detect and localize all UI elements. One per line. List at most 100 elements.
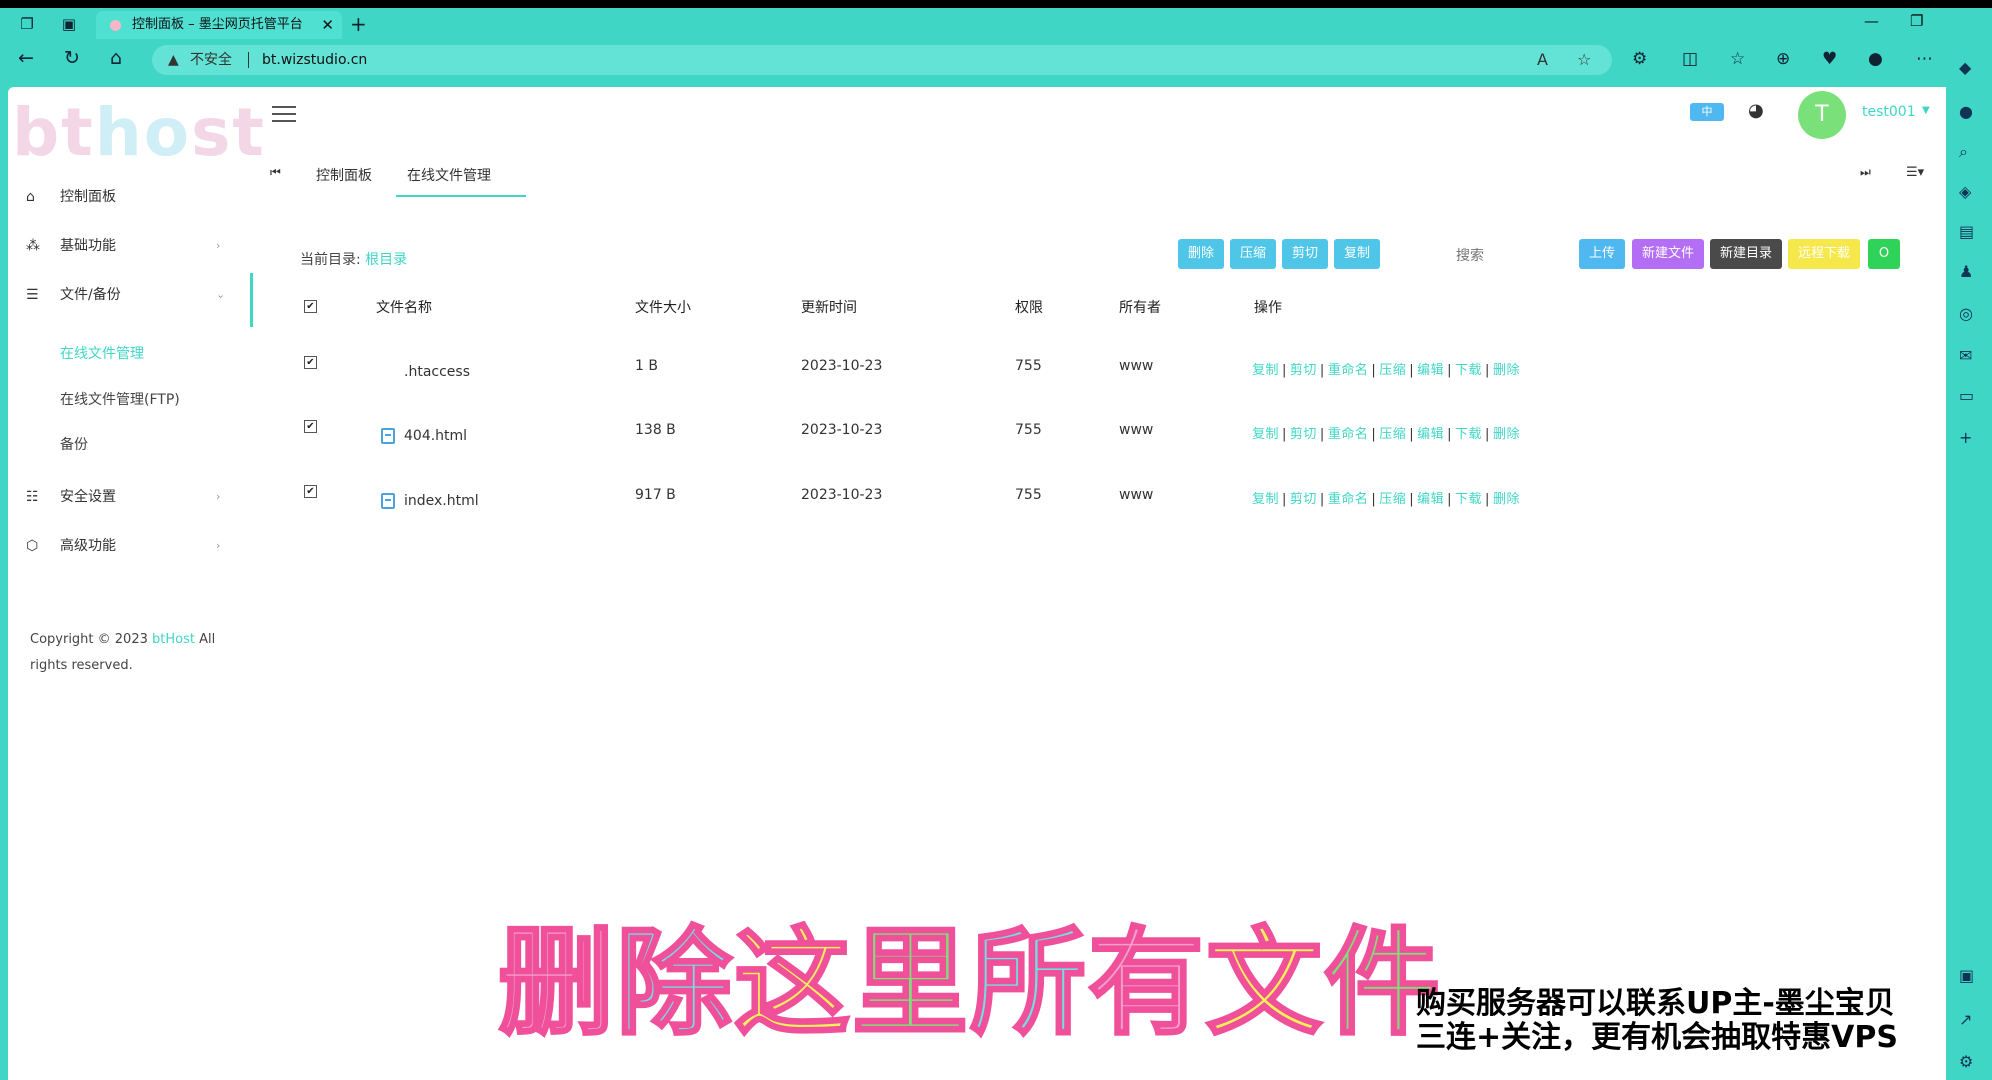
url-bar[interactable]: ▲ 不安全 bt.wizstudio.cn A ☆ [152, 45, 1612, 75]
close-tab-icon[interactable]: ✕ [321, 11, 334, 39]
tabs-prev-icon[interactable]: ⏮ [270, 165, 281, 180]
copyright-brand[interactable]: btHost [152, 632, 195, 647]
chevron-down-icon[interactable]: ▼ [1922, 105, 1930, 116]
favorites-icon[interactable]: ☆ [1730, 49, 1745, 69]
chevron-right-icon: › [216, 239, 221, 252]
refresh-icon[interactable]: ↻ [64, 47, 80, 69]
op-rename[interactable]: 重命名 [1328, 492, 1369, 507]
theme-palette-icon[interactable]: ◕ [1748, 100, 1764, 121]
refresh-button[interactable]: O [1868, 239, 1900, 269]
delete-button[interactable]: 删除 [1178, 239, 1224, 269]
tab-dashboard[interactable]: 控制面板 [316, 165, 372, 185]
new-file-button[interactable]: 新建文件 [1632, 239, 1704, 269]
sidebar-sub-file-manager[interactable]: 在线文件管理 [60, 343, 144, 363]
home-icon[interactable]: ⌂ [110, 47, 122, 69]
shopping-icon[interactable]: ▭ [1959, 386, 1974, 405]
current-dir-link[interactable]: 根目录 [365, 252, 407, 268]
sidebar-sub-ftp[interactable]: 在线文件管理(FTP) [60, 389, 180, 409]
profile-avatar-icon[interactable]: ● [1868, 49, 1883, 69]
op-copy[interactable]: 复制 [1252, 492, 1279, 507]
hamburger-menu-icon[interactable] [272, 106, 296, 126]
tab-file-manager[interactable]: 在线文件管理 [407, 165, 491, 185]
row-checkbox[interactable]: ✔ [304, 485, 317, 498]
language-badge[interactable]: 中 [1690, 103, 1724, 121]
collections-icon[interactable]: ⊕ [1776, 49, 1790, 69]
copilot-icon[interactable]: ◆ [1959, 58, 1971, 77]
notification-icon[interactable]: ● [1959, 102, 1973, 121]
more-menu-icon[interactable]: ⋯ [1916, 49, 1933, 69]
tabs-next-icon[interactable]: ⏭ [1860, 165, 1871, 180]
op-delete[interactable]: 删除 [1493, 492, 1520, 507]
op-download[interactable]: 下载 [1455, 427, 1482, 442]
restore-icon[interactable]: ❐ [1910, 12, 1923, 30]
col-owner-header: 所有者 [1119, 300, 1161, 316]
op-download[interactable]: 下载 [1455, 363, 1482, 378]
op-delete[interactable]: 删除 [1493, 427, 1520, 442]
op-compress[interactable]: 压缩 [1379, 363, 1406, 378]
split-screen-icon[interactable]: ◫ [1682, 49, 1698, 69]
minimize-icon[interactable]: — [1864, 12, 1879, 30]
select-all-checkbox[interactable]: ✔ [304, 300, 317, 313]
upload-button[interactable]: 上传 [1579, 239, 1625, 269]
tag-icon[interactable]: ◈ [1959, 182, 1971, 201]
compress-button[interactable]: 压缩 [1230, 239, 1276, 269]
logo[interactable]: bthost [12, 93, 266, 173]
office-icon[interactable]: ◎ [1959, 304, 1973, 323]
op-edit[interactable]: 编辑 [1417, 492, 1444, 507]
col-size-header: 文件大小 [635, 300, 691, 316]
extensions-icon[interactable]: ⚙ [1632, 49, 1647, 69]
search-icon[interactable]: ⌕ [1959, 142, 1968, 162]
op-rename[interactable]: 重命名 [1328, 427, 1369, 442]
copy-button[interactable]: 复制 [1334, 239, 1380, 269]
op-copy[interactable]: 复制 [1252, 427, 1279, 442]
cut-button[interactable]: 剪切 [1282, 239, 1328, 269]
tab-actions-icon[interactable]: ▣ [58, 13, 80, 35]
outlook-icon[interactable]: ✉ [1959, 346, 1972, 365]
op-rename[interactable]: 重命名 [1328, 363, 1369, 378]
file-name[interactable]: .htaccess [404, 364, 470, 380]
file-owner: www [1119, 487, 1154, 503]
sidebar-item-files[interactable]: ☰ 文件/备份 ⌄ [8, 275, 258, 315]
op-edit[interactable]: 编辑 [1417, 363, 1444, 378]
op-cut[interactable]: 剪切 [1290, 427, 1317, 442]
sidebar-sub-backup[interactable]: 备份 [60, 434, 88, 454]
sidebar-item-basic[interactable]: ⁂ 基础功能 › [8, 226, 258, 266]
copyright-prefix: Copyright © 2023 [30, 632, 153, 647]
external-link-icon[interactable]: ↗ [1959, 1010, 1972, 1029]
op-download[interactable]: 下载 [1455, 492, 1482, 507]
remote-download-button[interactable]: 远程下载 [1788, 239, 1860, 269]
favorite-star-icon[interactable]: ☆ [1577, 45, 1591, 75]
op-copy[interactable]: 复制 [1252, 363, 1279, 378]
op-edit[interactable]: 编辑 [1417, 427, 1444, 442]
row-checkbox[interactable]: ✔ [304, 356, 317, 369]
new-folder-button[interactable]: 新建目录 [1710, 239, 1782, 269]
file-name[interactable]: 404.html [404, 428, 467, 444]
op-delete[interactable]: 删除 [1493, 363, 1520, 378]
row-checkbox[interactable]: ✔ [304, 420, 317, 433]
performance-icon[interactable]: ♥ [1822, 49, 1837, 69]
sidebar-item-dashboard[interactable]: ⌂ 控制面板 [8, 177, 258, 217]
op-cut[interactable]: 剪切 [1290, 492, 1317, 507]
sidebar-item-security[interactable]: ☷ 安全设置 › [8, 477, 258, 517]
toolbox-icon[interactable]: ▤ [1959, 222, 1974, 241]
back-icon[interactable]: ← [18, 47, 34, 69]
op-cut[interactable]: 剪切 [1290, 363, 1317, 378]
file-perm: 755 [1015, 358, 1042, 374]
settings-gear-icon[interactable]: ⚙ [1959, 1052, 1973, 1071]
new-tab-icon[interactable]: + [350, 12, 367, 36]
screenshot-icon[interactable]: ▣ [1959, 966, 1974, 985]
op-compress[interactable]: 压缩 [1379, 427, 1406, 442]
sidebar-item-advanced[interactable]: ⬡ 高级功能 › [8, 526, 258, 566]
tabs-menu-icon[interactable]: ☰▾ [1906, 165, 1924, 180]
search-input[interactable] [1456, 243, 1556, 267]
people-icon[interactable]: ♟ [1959, 262, 1973, 281]
active-indicator [250, 273, 253, 327]
op-compress[interactable]: 压缩 [1379, 492, 1406, 507]
read-aloud-icon[interactable]: A [1537, 45, 1548, 75]
browser-tab[interactable]: 控制面板 – 墨尘网页托管平台 ✕ [96, 11, 342, 39]
avatar[interactable]: T [1798, 91, 1846, 139]
file-name[interactable]: index.html [404, 493, 479, 509]
add-icon[interactable]: + [1959, 428, 1972, 447]
workspaces-icon[interactable]: ❐ [16, 13, 38, 35]
username[interactable]: test001 [1862, 104, 1916, 120]
